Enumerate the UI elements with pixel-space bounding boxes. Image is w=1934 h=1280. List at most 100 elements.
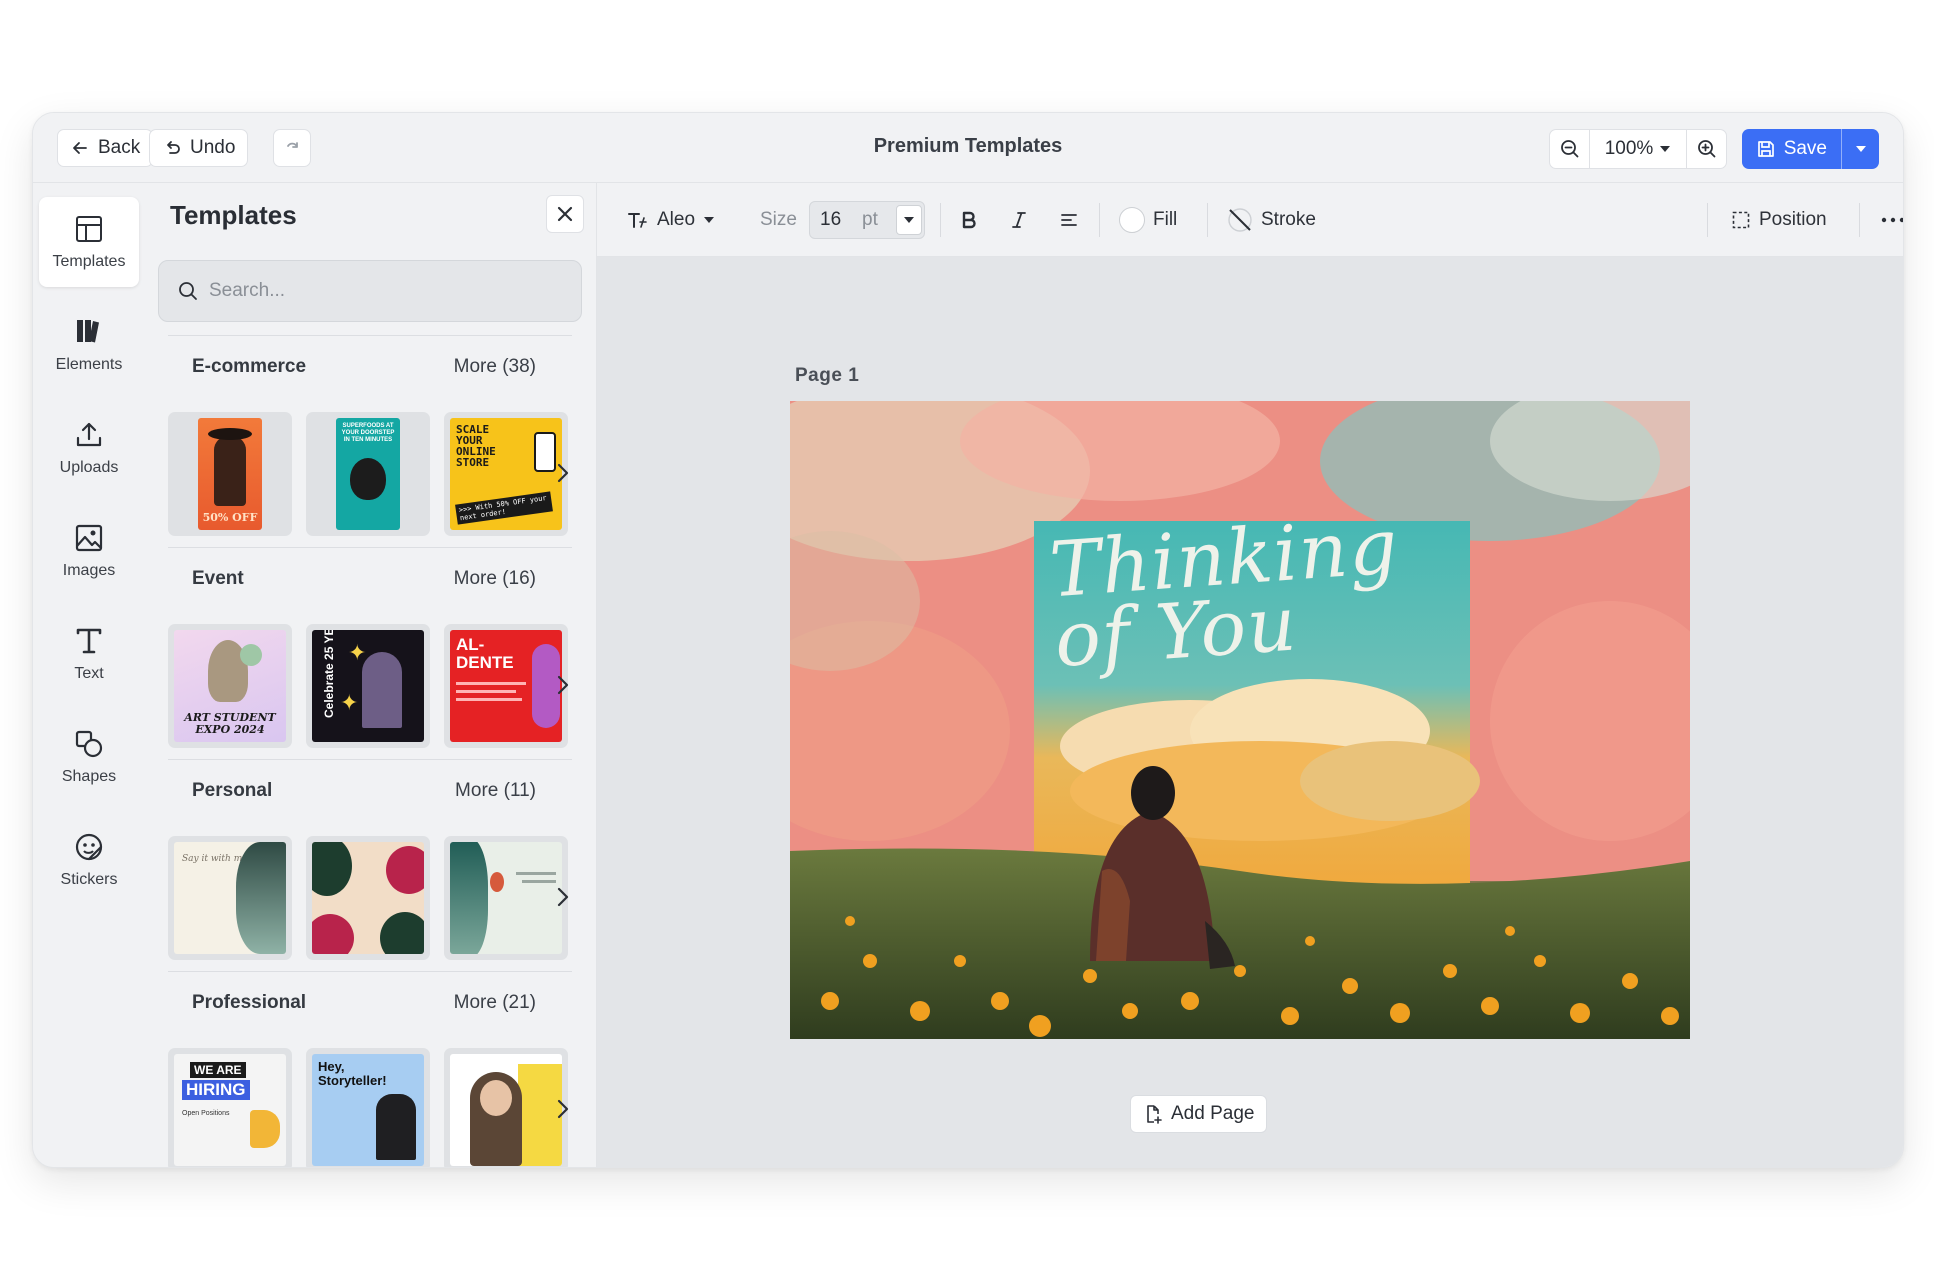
person-shape	[376, 1094, 416, 1160]
fill-label: Fill	[1153, 209, 1178, 230]
template-thumbnail[interactable]: Celebrate 25 YEARS ✦ ✦	[306, 624, 430, 748]
sidebar-item-stickers[interactable]: Stickers	[39, 815, 139, 905]
thumb-text: Celebrate 25 YEARS	[322, 630, 336, 718]
stroke-button[interactable]: Stroke	[1227, 183, 1316, 257]
font-size-input[interactable]: 16 pt	[809, 201, 925, 239]
canvas-area[interactable]: Page 1 Thinking of You Add Page	[597, 257, 1903, 1167]
artboard-page[interactable]: Thinking of You	[790, 401, 1690, 1039]
template-thumbnail[interactable]: 50% OFF	[168, 412, 292, 536]
more-options-button[interactable]	[1881, 183, 1903, 257]
position-button[interactable]: Position	[1731, 183, 1827, 257]
save-button-group: Save	[1741, 129, 1879, 169]
sidebar-item-uploads[interactable]: Uploads	[39, 403, 139, 493]
panel-title: Templates	[170, 200, 297, 230]
font-size-dropdown[interactable]	[896, 205, 922, 235]
add-page-label: Add Page	[1171, 1103, 1255, 1124]
thumb-text: ART STUDENT EXPO 2024	[184, 711, 276, 736]
sidebar-item-label: Uploads	[59, 459, 119, 476]
scroll-right-button[interactable]	[550, 458, 576, 488]
template-thumbnail[interactable]: Say it with me	[168, 836, 292, 960]
no-stroke-icon	[1228, 208, 1252, 232]
sparkle-icon: ✦	[348, 640, 367, 665]
sidebar-item-shapes[interactable]: Shapes	[39, 712, 139, 802]
zoom-select[interactable]: 100%	[1590, 130, 1686, 168]
caret-down-icon	[904, 217, 914, 223]
format-toolbar: Aleo Size 16 pt Fill Stroke Position	[597, 183, 1903, 257]
caret-down-icon	[704, 217, 715, 223]
category-name: Personal	[192, 780, 273, 801]
divider	[1859, 203, 1860, 237]
template-row: Say it with me	[168, 836, 572, 960]
sidebar-item-images[interactable]: Images	[39, 506, 139, 596]
close-panel-button[interactable]	[546, 195, 584, 233]
shapes-icon	[75, 730, 103, 758]
bold-button[interactable]	[959, 183, 979, 257]
megaphone-shape	[250, 1110, 280, 1148]
page-label: Page 1	[795, 365, 860, 386]
italic-button[interactable]	[1009, 183, 1029, 257]
category-header: Event More (16)	[168, 548, 572, 608]
thumb-text: AL-DENTE	[456, 635, 514, 672]
chevron-right-icon	[557, 1099, 569, 1119]
template-preview: ART STUDENT EXPO 2024	[174, 630, 286, 742]
template-thumbnail[interactable]	[306, 836, 430, 960]
template-preview: 50% OFF	[198, 418, 262, 530]
hat-shape	[208, 428, 252, 440]
thumb-text: WE ARE	[190, 1062, 246, 1078]
text-line	[456, 698, 522, 701]
artwork-image	[790, 401, 1690, 1039]
sidebar-item-label: Elements	[55, 356, 123, 373]
sidebar-item-templates[interactable]: Templates	[39, 197, 139, 287]
sidebar-item-elements[interactable]: Elements	[39, 300, 139, 390]
face-shape	[480, 1080, 512, 1116]
category-more-link[interactable]: More (38)	[454, 356, 536, 378]
template-thumbnail[interactable]: Hey, Storyteller!	[306, 1048, 430, 1167]
category-more-link[interactable]: More (16)	[454, 568, 536, 590]
category-header: E-commerce More (38)	[168, 336, 572, 396]
template-thumbnail[interactable]: ART STUDENT EXPO 2024	[168, 624, 292, 748]
divider	[940, 203, 941, 237]
sidebar-item-label: Templates	[52, 253, 126, 270]
thumb-text: SCALE YOUR ONLINE STORE	[456, 423, 496, 469]
scroll-right-button[interactable]	[550, 1094, 576, 1124]
thumb-text: >>> With 50% OFF your next order!	[455, 491, 553, 525]
fill-swatch	[1119, 207, 1145, 233]
divider	[1099, 203, 1100, 237]
leaf-shape	[450, 842, 488, 954]
arch-shape	[362, 652, 402, 728]
template-preview: Hey, Storyteller!	[312, 1054, 424, 1166]
scroll-right-button[interactable]	[550, 882, 576, 912]
save-button[interactable]: Save	[1742, 129, 1841, 169]
category-more-link[interactable]: More (21)	[454, 992, 536, 1014]
figure-shape	[214, 436, 246, 506]
template-thumbnail[interactable]: WE ARE HIRING Open Positions	[168, 1048, 292, 1167]
template-thumbnail[interactable]: SUPERFOODS AT YOUR DOORSTEP IN TEN MINUT…	[306, 412, 430, 536]
elements-icon	[77, 320, 99, 343]
align-button[interactable]	[1059, 183, 1079, 257]
search-input[interactable]	[209, 280, 549, 302]
text-line	[456, 690, 516, 693]
scroll-right-button[interactable]	[550, 670, 576, 700]
sidebar-item-label: Stickers	[60, 871, 118, 888]
save-options-button[interactable]	[1841, 129, 1879, 169]
sidebar-item-label: Text	[74, 665, 104, 682]
stroke-label: Stroke	[1261, 209, 1316, 230]
zoom-out-button[interactable]	[1550, 130, 1590, 168]
category-more-link[interactable]: More (11)	[455, 780, 536, 802]
chevron-right-icon	[557, 463, 569, 483]
zoom-value: 100%	[1604, 138, 1654, 159]
italic-icon	[1012, 212, 1026, 228]
font-select[interactable]: Aleo	[627, 183, 715, 257]
leaf-shape	[312, 842, 352, 896]
zoom-in-button[interactable]	[1686, 130, 1726, 168]
text-icon	[76, 628, 102, 654]
template-row: WE ARE HIRING Open Positions Hey, Storyt…	[168, 1048, 572, 1167]
text-line	[516, 872, 556, 875]
top-bar: Back Undo Premium Templates 100% Save	[33, 113, 1903, 183]
fill-button[interactable]: Fill	[1119, 183, 1177, 257]
sidebar-item-text[interactable]: Text	[39, 609, 139, 699]
fish-shape	[490, 872, 504, 892]
template-preview: AL-DENTE	[450, 630, 562, 742]
artwork-title[interactable]: Thinking of You	[1047, 501, 1467, 684]
add-page-button[interactable]: Add Page	[1130, 1095, 1268, 1133]
